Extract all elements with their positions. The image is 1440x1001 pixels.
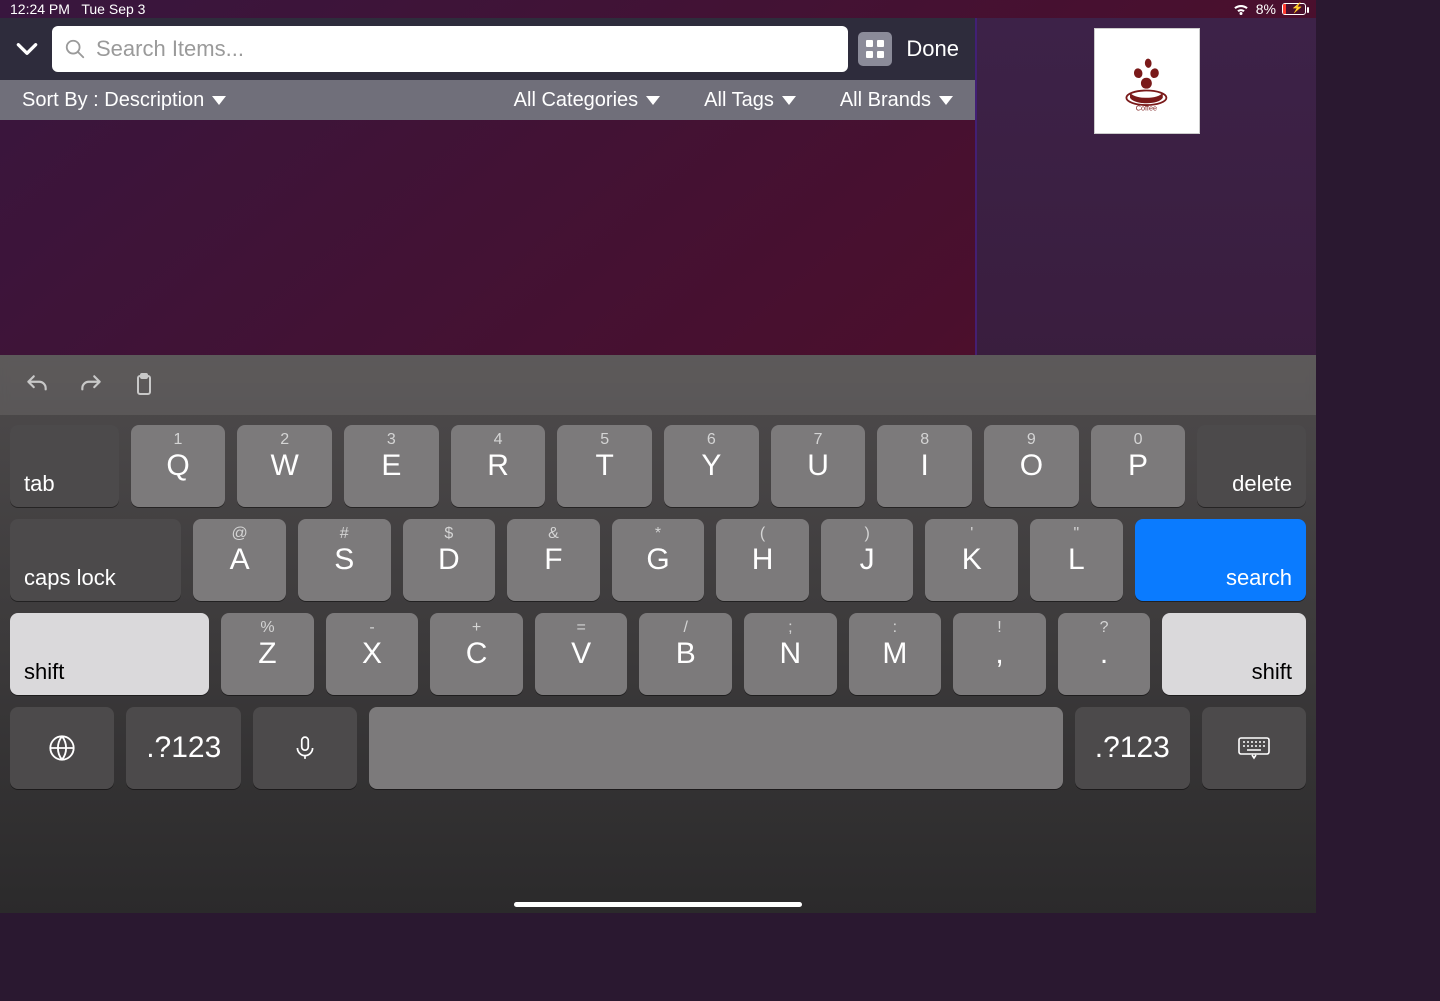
key-o[interactable]: 9O	[984, 425, 1079, 507]
key-capslock[interactable]: caps lock	[10, 519, 181, 601]
key-hide-keyboard[interactable]	[1202, 707, 1306, 789]
onscreen-keyboard: tab1Q2W3E4R5T6Y7U8I9O0Pdelete caps lock@…	[0, 355, 1316, 913]
key-space[interactable]	[369, 707, 1062, 789]
key-v[interactable]: =V	[535, 613, 628, 695]
key-delete[interactable]: delete	[1197, 425, 1306, 507]
key-u[interactable]: 7U	[771, 425, 866, 507]
wifi-icon	[1232, 0, 1250, 18]
search-field-wrap[interactable]	[52, 26, 848, 72]
status-bar: 12:24 PM Tue Sep 3 8% ⚡	[0, 0, 1316, 18]
filter-bar: Sort By : Description All Categories All…	[0, 80, 975, 120]
key-g[interactable]: *G	[612, 519, 705, 601]
key-t[interactable]: 5T	[557, 425, 652, 507]
key-z[interactable]: %Z	[221, 613, 314, 695]
key-p[interactable]: 0P	[1091, 425, 1186, 507]
tag-label: All Tags	[704, 89, 774, 112]
battery-icon: ⚡	[1282, 3, 1306, 15]
key-shift-left[interactable]: shift	[10, 613, 209, 695]
status-date: Tue Sep 3	[81, 1, 145, 17]
key-shift-right[interactable]: shift	[1162, 613, 1306, 695]
key-numsym-right[interactable]: .?123	[1075, 707, 1191, 789]
undo-icon[interactable]	[24, 372, 50, 398]
key-y[interactable]: 6Y	[664, 425, 759, 507]
sort-filter[interactable]: Sort By : Description	[0, 89, 248, 112]
key-q[interactable]: 1Q	[131, 425, 226, 507]
sort-label: Sort By : Description	[22, 89, 204, 112]
key-h[interactable]: (H	[716, 519, 809, 601]
key-tab[interactable]: tab	[10, 425, 119, 507]
key-j[interactable]: )J	[821, 519, 914, 601]
brand-filter[interactable]: All Brands	[818, 89, 975, 112]
chevron-down-icon	[14, 36, 40, 62]
key-s[interactable]: #S	[298, 519, 391, 601]
key-e[interactable]: 3E	[344, 425, 439, 507]
expand-toggle[interactable]	[12, 34, 42, 64]
grid-icon	[865, 39, 885, 59]
done-button[interactable]: Done	[902, 36, 963, 62]
key-r[interactable]: 4R	[451, 425, 546, 507]
dropdown-icon	[212, 96, 226, 105]
brand-logo[interactable]: Coffee	[1094, 28, 1200, 134]
home-indicator[interactable]	[514, 902, 802, 907]
key-l[interactable]: "L	[1030, 519, 1123, 601]
key-k[interactable]: 'K	[925, 519, 1018, 601]
key-n[interactable]: ;N	[744, 613, 837, 695]
key-m[interactable]: :M	[849, 613, 942, 695]
key-.[interactable]: ?.	[1058, 613, 1151, 695]
key-c[interactable]: +C	[430, 613, 523, 695]
layout-toggle-button[interactable]	[858, 32, 892, 66]
search-icon	[64, 38, 86, 60]
redo-icon[interactable]	[78, 372, 104, 398]
search-input[interactable]	[96, 36, 836, 62]
clipboard-icon[interactable]	[132, 373, 156, 397]
key-d[interactable]: $D	[403, 519, 496, 601]
key-f[interactable]: &F	[507, 519, 600, 601]
status-time: 12:24 PM	[10, 1, 70, 17]
key-globe[interactable]	[10, 707, 114, 789]
dropdown-icon	[646, 96, 660, 105]
battery-percent: 8%	[1256, 1, 1276, 17]
key-numsym-left[interactable]: .?123	[126, 707, 242, 789]
dropdown-icon	[782, 96, 796, 105]
key-,[interactable]: !,	[953, 613, 1046, 695]
category-label: All Categories	[514, 89, 639, 112]
key-i[interactable]: 8I	[877, 425, 972, 507]
brand-label: All Brands	[840, 89, 931, 112]
tag-filter[interactable]: All Tags	[682, 89, 818, 112]
key-mic[interactable]	[253, 707, 357, 789]
search-header: Done	[0, 18, 975, 80]
key-a[interactable]: @A	[193, 519, 286, 601]
key-b[interactable]: /B	[639, 613, 732, 695]
key-x[interactable]: -X	[326, 613, 419, 695]
category-filter[interactable]: All Categories	[492, 89, 683, 112]
dropdown-icon	[939, 96, 953, 105]
logo-caption: Coffee	[1136, 103, 1157, 112]
key-w[interactable]: 2W	[237, 425, 332, 507]
key-search[interactable]: search	[1135, 519, 1306, 601]
